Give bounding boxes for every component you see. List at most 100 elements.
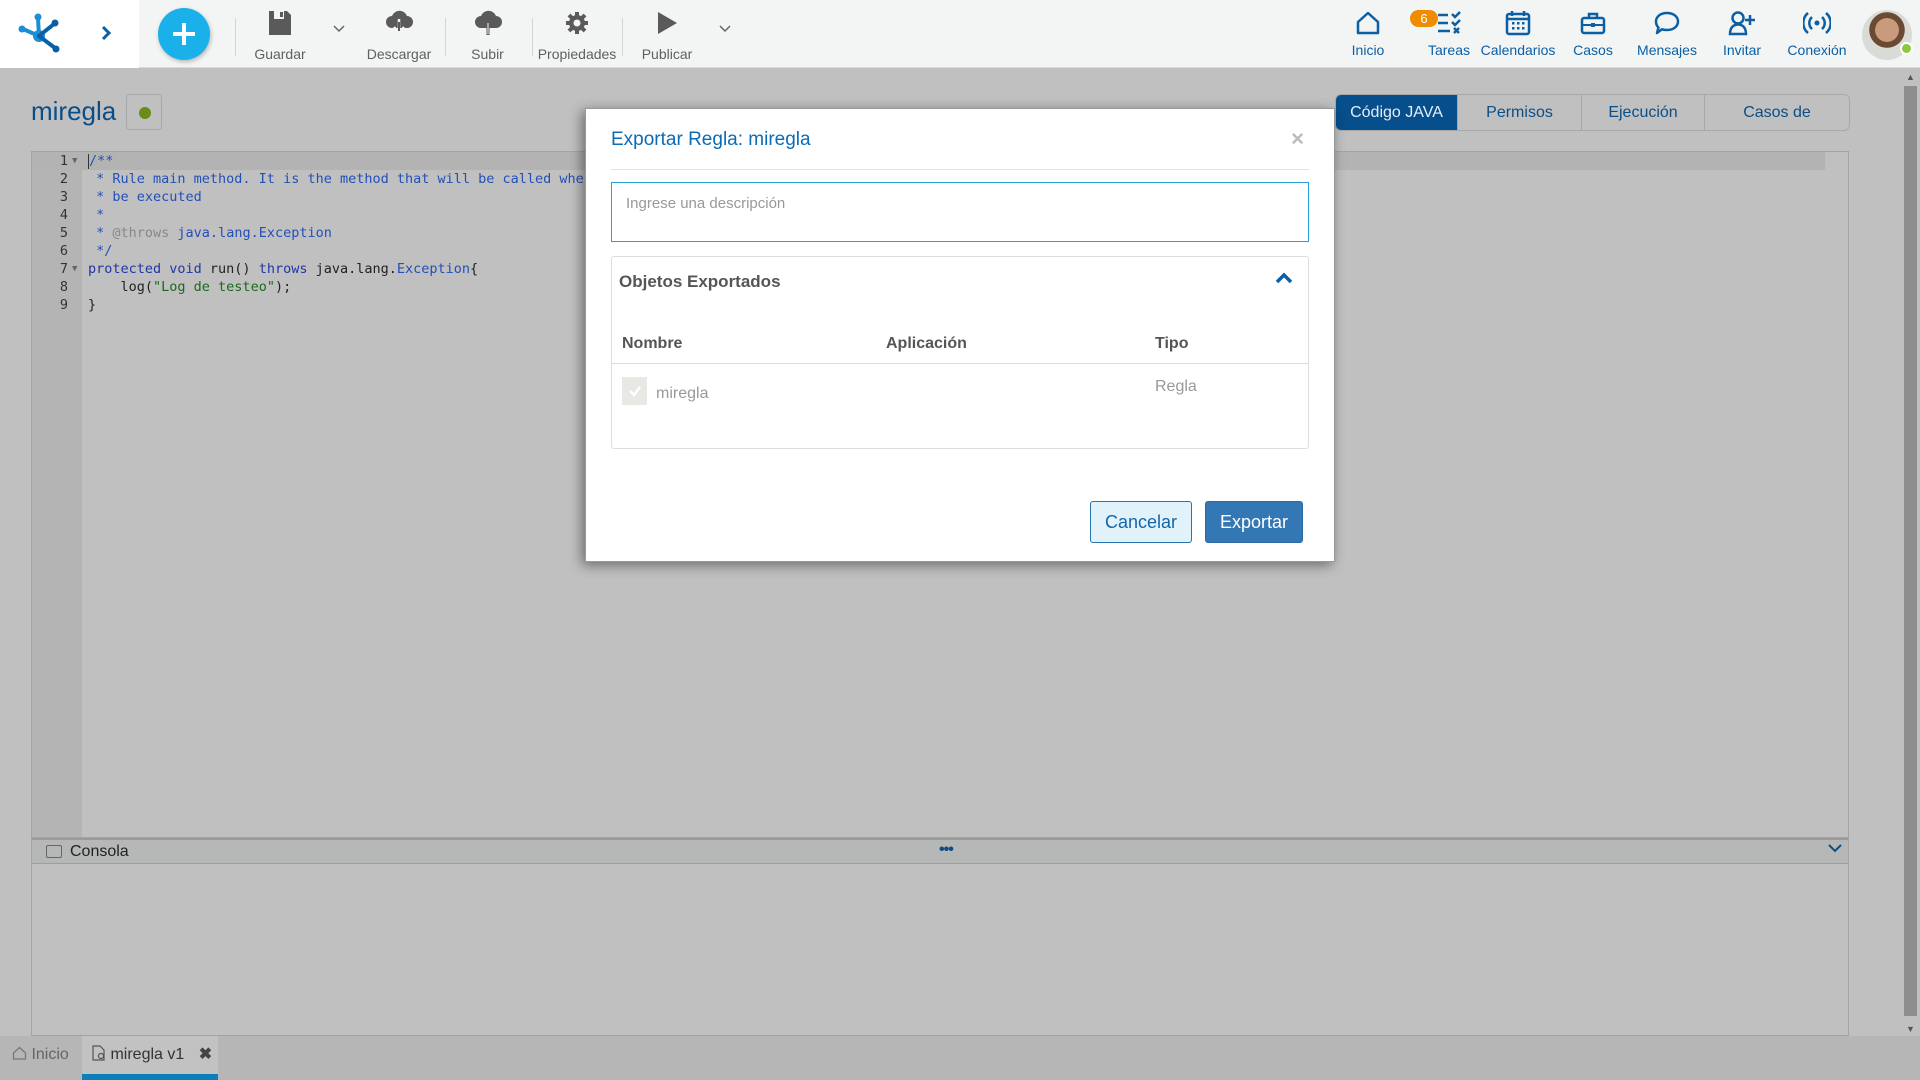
nav-messages-label: Mensajes [1637, 42, 1697, 58]
toolbar-divider [622, 18, 623, 56]
toolbar-divider [445, 18, 446, 56]
close-tab-icon[interactable]: ✖ [199, 1046, 212, 1063]
nav-tasks[interactable]: 6 Tareas [1408, 8, 1472, 58]
online-status-indicator [1900, 42, 1913, 55]
connection-signal-icon [1803, 12, 1831, 34]
line-number: 4 [59, 207, 68, 223]
resize-handle-icon[interactable]: ••• [939, 841, 954, 859]
status-button[interactable] [126, 94, 162, 130]
check-icon [628, 386, 641, 397]
home-icon [1356, 11, 1380, 35]
bottom-tab-miregla-label: miregla v1 [110, 1046, 185, 1063]
column-header-application: Aplicación [886, 335, 967, 352]
nav-connection-label: Conexión [1787, 42, 1847, 58]
fold-toggle-icon[interactable]: ▼ [72, 260, 77, 278]
nav-home-label: Inicio [1351, 42, 1385, 58]
page-title: miregla [31, 96, 117, 126]
line-number: 1 [59, 153, 68, 169]
add-user-icon [1728, 11, 1755, 36]
publish-button[interactable]: Publicar [637, 8, 697, 62]
line-text: protected void run() throws java.lang.Ex… [88, 261, 479, 277]
upload-label: Subir [471, 46, 504, 62]
add-button[interactable] [158, 8, 210, 60]
divider [611, 169, 1309, 170]
exported-objects-panel: Objetos Exportados Nombre Aplicación Tip… [611, 256, 1309, 449]
plus-icon [173, 23, 195, 45]
tab-test-cases[interactable]: Casos de prueba [1705, 95, 1849, 130]
console-panel: Consola ••• [31, 838, 1849, 1036]
top-toolbar: Guardar Descargar Subir Propiedades Publ… [0, 0, 1920, 68]
bottom-tab-bar: Inicio miregla v1 ✖ [0, 1036, 1920, 1080]
chat-bubble-icon [1654, 11, 1680, 35]
publish-options-dropdown[interactable] [719, 20, 731, 36]
logo-area [0, 0, 139, 68]
console-icon [46, 845, 62, 858]
tab-execution[interactable]: Ejecución [1582, 95, 1705, 130]
expand-sidebar-button[interactable] [96, 22, 116, 46]
line-number: 2 [59, 171, 68, 187]
export-button[interactable]: Exportar [1205, 501, 1303, 543]
scrollbar-thumb[interactable] [1904, 86, 1917, 1016]
nav-calendars[interactable]: Calendarios [1480, 8, 1556, 58]
publish-label: Publicar [641, 46, 693, 62]
download-button[interactable]: Descargar [366, 8, 432, 62]
toolbar-divider [532, 18, 533, 56]
line-number: 6 [59, 243, 68, 259]
rule-file-icon [92, 1045, 105, 1061]
save-button[interactable]: Guardar [250, 8, 310, 62]
close-icon[interactable]: × [1291, 126, 1304, 152]
collapse-panel-button[interactable] [1274, 271, 1294, 291]
collapse-console-button[interactable] [1828, 840, 1842, 858]
briefcase-icon [1580, 12, 1606, 35]
line-text: log("Log de testeo"); [88, 279, 292, 295]
column-header-type: Tipo [1155, 335, 1189, 352]
scroll-down-arrow-icon[interactable]: ▼ [1906, 1024, 1915, 1034]
download-label: Descargar [366, 46, 432, 62]
calendar-icon [1505, 11, 1531, 36]
properties-button[interactable]: Propiedades [537, 8, 617, 62]
nav-calendars-label: Calendarios [1480, 42, 1556, 58]
save-options-dropdown[interactable] [333, 20, 345, 36]
status-indicator [139, 107, 151, 119]
line-number: 7 [59, 261, 68, 277]
rule-tabs: Código JAVA Permisos Ejecución Casos de … [1335, 94, 1850, 131]
bottom-tab-home-label: Inicio [31, 1046, 69, 1063]
line-number: 3 [59, 189, 68, 205]
cloud-upload-icon [474, 10, 502, 35]
line-number: 9 [59, 297, 68, 313]
tasks-badge: 6 [1410, 10, 1438, 27]
nav-home[interactable]: Inicio [1348, 8, 1388, 58]
nav-cases[interactable]: Casos [1570, 8, 1616, 58]
line-text: * be executed [88, 189, 202, 205]
tab-java-code[interactable]: Código JAVA [1336, 95, 1458, 130]
panel-title: Objetos Exportados [619, 272, 781, 291]
row-checkbox[interactable] [622, 377, 647, 405]
bottom-tab-miregla[interactable]: miregla v1 ✖ [82, 1036, 218, 1080]
line-number: 8 [59, 279, 68, 295]
page-scrollbar[interactable]: ▲ ▼ [1901, 68, 1920, 1036]
line-number: 5 [59, 225, 68, 241]
nav-invite[interactable]: Invitar [1720, 8, 1764, 58]
nav-messages[interactable]: Mensajes [1636, 8, 1698, 58]
chevron-down-icon [333, 25, 345, 33]
gear-icon [566, 12, 588, 34]
description-input[interactable] [611, 182, 1309, 242]
row-type: Regla [1155, 378, 1197, 395]
app-logo-icon[interactable] [18, 12, 60, 54]
nav-invite-label: Invitar [1722, 42, 1762, 58]
chevron-right-icon [101, 25, 112, 41]
cancel-button[interactable]: Cancelar [1090, 501, 1192, 543]
scroll-up-arrow-icon[interactable]: ▲ [1906, 72, 1915, 82]
nav-cases-label: Casos [1573, 42, 1613, 58]
line-text: * [88, 207, 105, 223]
cloud-download-icon [386, 10, 413, 35]
upload-button[interactable]: Subir [465, 8, 510, 62]
line-text: } [88, 297, 97, 313]
nav-tasks-label: Tareas [1427, 42, 1471, 58]
tab-permissions[interactable]: Permisos [1458, 95, 1582, 130]
nav-connection[interactable]: Conexión [1786, 8, 1848, 58]
toolbar-divider [235, 18, 236, 56]
console-header[interactable]: Consola ••• [32, 840, 1848, 864]
bottom-tab-home[interactable]: Inicio [0, 1036, 82, 1080]
fold-toggle-icon[interactable]: ▼ [72, 152, 77, 170]
